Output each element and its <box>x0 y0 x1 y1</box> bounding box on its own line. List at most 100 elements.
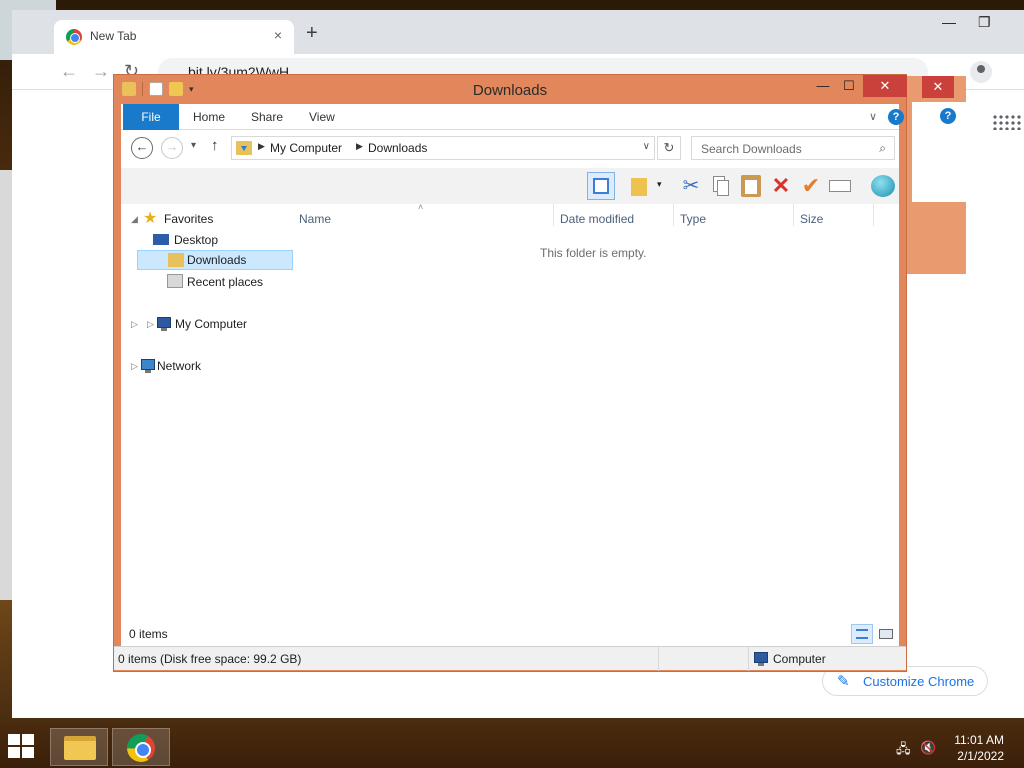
column-type[interactable]: Type <box>680 212 706 226</box>
column-size[interactable]: Size <box>800 212 823 226</box>
nav-item-desktop[interactable]: Desktop <box>151 230 281 250</box>
check-icon[interactable]: ✔ <box>797 172 825 200</box>
column-divider[interactable] <box>793 204 794 226</box>
cut-icon[interactable]: ✂ <box>677 172 705 200</box>
column-divider[interactable] <box>873 204 874 226</box>
back-button[interactable]: ← <box>131 137 153 159</box>
tab-close-icon[interactable]: × <box>274 27 282 43</box>
chrome-tab-strip: New Tab × + — ❐ <box>12 10 1024 54</box>
column-divider[interactable] <box>673 204 674 226</box>
folder-icon <box>64 736 96 760</box>
explorer-body: File Home Share View ∨ ? ← → ▾ ↑ ▶ My Co… <box>114 104 906 671</box>
folder-options-icon[interactable] <box>627 172 655 200</box>
tab-file[interactable]: File <box>123 104 179 130</box>
chrome-minimize-button[interactable]: — <box>942 14 956 30</box>
customize-chrome-label: Customize Chrome <box>863 674 975 689</box>
back-icon[interactable]: ← <box>60 62 78 80</box>
clock-time: 11:01 AM <box>954 733 1004 747</box>
address-input[interactable]: ▶ My Computer ▶ Downloads ∨ <box>231 136 655 160</box>
details-separator <box>658 647 659 671</box>
breadcrumb-separator[interactable]: ▶ <box>356 141 363 152</box>
search-input[interactable]: Search Downloads ⌕ <box>691 136 895 160</box>
delete-icon[interactable]: ✕ <box>767 172 795 200</box>
empty-folder-message: This folder is empty. <box>540 246 647 260</box>
expand-computer-icon[interactable]: ▷ <box>131 319 138 330</box>
address-history-icon[interactable]: ∨ <box>643 141 650 152</box>
tab-view[interactable]: View <box>309 110 335 124</box>
minimize-button[interactable]: — <box>810 75 836 97</box>
nav-label: Network <box>157 359 202 373</box>
breadcrumb-separator[interactable]: ▶ <box>258 141 265 152</box>
nav-label: Desktop <box>174 233 219 247</box>
dropdown-icon[interactable]: ▾ <box>657 179 662 190</box>
nav-label: Favorites <box>164 212 214 226</box>
network-icon <box>141 359 155 373</box>
copy-icon[interactable] <box>707 172 735 200</box>
recent-locations-icon[interactable]: ▾ <box>191 140 196 151</box>
nav-item-network[interactable]: Network <box>135 356 275 376</box>
explorer-titlebar[interactable]: ▾ Downloads — ☐ ✕ <box>114 75 907 103</box>
ghost-window-body <box>912 102 966 202</box>
details-separator <box>748 647 749 671</box>
nav-item-recent-places[interactable]: Recent places <box>159 272 293 292</box>
nav-item-my-computer[interactable]: My Computer <box>151 314 291 334</box>
expand-ribbon-icon[interactable]: ∨ <box>869 110 877 123</box>
breadcrumb-my-computer[interactable]: My Computer <box>270 141 342 155</box>
ghost-close-button: ✕ <box>922 76 954 98</box>
refresh-button[interactable]: ↻ <box>657 136 681 160</box>
address-row: ← → ▾ ↑ ▶ My Computer ▶ Downloads ∨ ↻ Se… <box>121 130 899 168</box>
paste-icon[interactable] <box>737 172 765 200</box>
navigation-pane: ◢ ★ Favorites Desktop Downloads Recent p… <box>121 204 293 624</box>
computer-icon <box>157 317 171 331</box>
desktop-icon <box>153 234 169 245</box>
chrome-logo-icon <box>127 734 155 762</box>
nav-item-favorites[interactable]: ★ Favorites <box>141 209 281 229</box>
forward-button[interactable]: → <box>161 137 183 159</box>
downloads-folder-icon <box>168 253 184 267</box>
taskbar-chrome[interactable] <box>112 728 170 766</box>
chrome-tab[interactable]: New Tab × <box>54 20 294 54</box>
column-name[interactable]: Name <box>299 212 331 226</box>
chrome-logo-icon <box>66 29 82 45</box>
computer-icon <box>754 652 768 666</box>
downloads-folder-icon <box>236 141 252 155</box>
rename-icon[interactable] <box>827 172 855 200</box>
tab-share[interactable]: Share <box>251 110 283 124</box>
column-date-modified[interactable]: Date modified <box>560 212 634 226</box>
network-icon[interactable]: 🖧 <box>896 740 911 762</box>
apps-grid-icon[interactable] <box>992 114 1022 130</box>
volume-muted-icon[interactable]: 🔇 <box>920 740 936 756</box>
close-button[interactable]: ✕ <box>863 75 907 97</box>
column-divider[interactable] <box>553 204 554 226</box>
details-bar: 0 items (Disk free space: 99.2 GB) Compu… <box>114 646 906 671</box>
shell-icon[interactable] <box>869 172 897 200</box>
clock-date: 2/1/2022 <box>957 749 1004 763</box>
up-button[interactable]: ↑ <box>211 137 219 154</box>
help-icon[interactable]: ? <box>888 109 904 125</box>
system-clock[interactable]: 11:01 AM 2/1/2022 <box>954 732 1004 764</box>
preview-pane-button[interactable] <box>587 172 615 200</box>
breadcrumb-downloads[interactable]: Downloads <box>368 141 427 155</box>
ribbon-tabs: File Home Share View ∨ ? <box>121 104 904 130</box>
large-icons-view-button[interactable] <box>875 624 897 644</box>
maximize-button[interactable]: ☐ <box>836 75 862 97</box>
taskbar-file-explorer[interactable] <box>50 728 108 766</box>
expand-favorites-icon[interactable]: ◢ <box>131 214 138 225</box>
forward-icon[interactable]: → <box>92 62 110 80</box>
window-title: Downloads <box>472 82 548 99</box>
file-list[interactable]: ˄ Name Date modified Type Size This fold… <box>293 202 899 624</box>
details-view-button[interactable] <box>851 624 873 644</box>
pencil-icon: ✎ <box>837 673 850 690</box>
tab-home[interactable]: Home <box>193 110 225 124</box>
search-placeholder: Search Downloads <box>701 142 802 156</box>
taskbar: 🖧 🔇 11:01 AM 2/1/2022 <box>0 724 1024 768</box>
profile-avatar[interactable] <box>970 61 992 83</box>
sort-ascending-icon: ˄ <box>418 202 424 212</box>
disk-space-text: 0 items (Disk free space: 99.2 GB) <box>118 652 302 666</box>
search-icon: ⌕ <box>879 141 886 155</box>
chrome-maximize-button[interactable]: ❐ <box>978 14 991 31</box>
nav-item-downloads[interactable]: Downloads <box>137 250 293 270</box>
new-tab-button[interactable]: + <box>306 23 318 43</box>
start-button[interactable] <box>6 732 36 760</box>
star-icon: ★ <box>143 210 158 227</box>
